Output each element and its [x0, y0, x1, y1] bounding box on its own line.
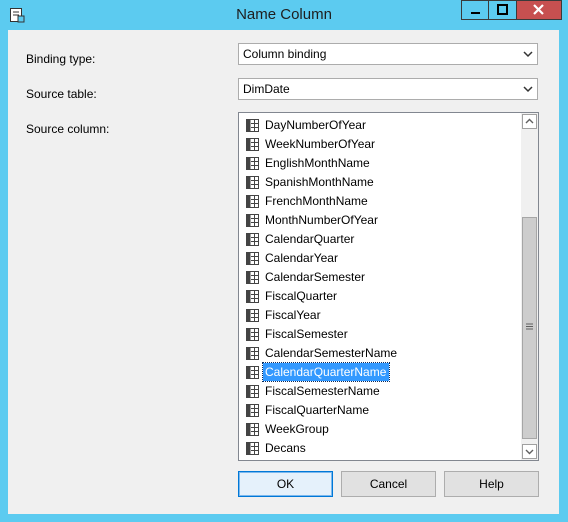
list-item-label: FiscalQuarterName	[265, 403, 370, 417]
source-table-value: DimDate	[243, 82, 290, 96]
column-icon	[246, 176, 259, 189]
column-icon	[246, 290, 259, 303]
chevron-down-icon[interactable]	[522, 83, 534, 95]
scroll-up-button[interactable]	[522, 114, 537, 129]
column-icon	[246, 385, 259, 398]
list-item[interactable]: SpanishMonthName	[243, 173, 518, 192]
list-item[interactable]: CalendarQuarterName	[243, 362, 518, 382]
column-icon	[246, 195, 259, 208]
list-item[interactable]: CalendarQuarter	[243, 230, 518, 249]
source-table-dropdown[interactable]: DimDate	[238, 78, 538, 100]
column-icon	[246, 423, 259, 436]
list-item-label: EnglishMonthName	[265, 156, 370, 170]
column-icon	[246, 157, 259, 170]
list-item[interactable]: WeekGroup	[243, 420, 518, 439]
column-icon	[246, 328, 259, 341]
list-item[interactable]: WeekNumberOfYear	[243, 135, 518, 154]
binding-type-dropdown[interactable]: Column binding	[238, 43, 538, 65]
column-icon	[246, 271, 259, 284]
scroll-down-button[interactable]	[522, 444, 537, 459]
list-item-label: CalendarQuarter	[265, 232, 355, 246]
list-item[interactable]: FiscalSemesterName	[243, 382, 518, 401]
source-column-items: DayNumberOfYear WeekNumberOfYear EnglishMo…	[243, 116, 518, 458]
list-item-label: Decans	[265, 441, 306, 455]
list-item[interactable]: DayNumberOfYear	[243, 116, 518, 135]
list-item-label: WeekNumberOfYear	[265, 137, 376, 151]
chevron-down-icon[interactable]	[522, 48, 534, 60]
list-item-label: CalendarSemesterName	[265, 346, 398, 360]
list-item-label: DayNumberOfYear	[265, 118, 366, 132]
list-item-label: MonthNumberOfYear	[265, 213, 378, 227]
list-item[interactable]: Decans	[243, 439, 518, 458]
column-icon	[246, 214, 259, 227]
binding-type-label: Binding type:	[26, 52, 96, 66]
help-button[interactable]: Help	[444, 471, 539, 497]
cancel-button[interactable]: Cancel	[341, 471, 436, 497]
grip-icon	[526, 323, 533, 330]
minimize-icon	[471, 12, 480, 14]
source-column-label: Source column:	[26, 122, 110, 136]
ok-button[interactable]: OK	[238, 471, 333, 497]
list-item[interactable]: EnglishMonthName	[243, 154, 518, 173]
list-item[interactable]: FiscalQuarter	[243, 287, 518, 306]
column-icon	[246, 233, 259, 246]
list-item-label: WeekGroup	[265, 422, 329, 436]
chevron-down-icon	[525, 449, 534, 455]
list-item[interactable]: FiscalYear	[243, 306, 518, 325]
source-table-label: Source table:	[26, 87, 97, 101]
scroll-thumb[interactable]	[522, 217, 537, 439]
list-item-label: SpanishMonthName	[265, 175, 374, 189]
list-item-label: CalendarSemester	[265, 270, 366, 284]
column-icon	[246, 442, 259, 455]
list-item-label: FiscalSemesterName	[265, 384, 380, 398]
list-item-label: CalendarYear	[265, 251, 338, 265]
column-icon	[246, 366, 259, 379]
column-icon	[246, 252, 259, 265]
list-item[interactable]: MonthNumberOfYear	[243, 211, 518, 230]
list-item[interactable]: FiscalSemester	[243, 325, 518, 344]
list-item[interactable]: CalendarSemesterName	[243, 344, 518, 363]
list-item-label: FiscalSemester	[265, 327, 348, 341]
list-item[interactable]: FrenchMonthName	[243, 192, 518, 211]
chevron-up-icon	[525, 118, 534, 124]
column-icon	[246, 138, 259, 151]
list-item-label: CalendarQuarterName	[261, 362, 391, 382]
close-icon	[533, 4, 544, 15]
list-item-label: FrenchMonthName	[265, 194, 368, 208]
name-column-dialog: Name Column Binding type: Column binding…	[0, 0, 568, 522]
list-item[interactable]: FiscalQuarterName	[243, 401, 518, 420]
column-icon	[246, 309, 259, 322]
column-icon	[246, 119, 259, 132]
list-item[interactable]: CalendarSemester	[243, 268, 518, 287]
dialog-body: Binding type: Column binding Source tabl…	[8, 30, 559, 514]
binding-type-value: Column binding	[243, 47, 327, 61]
close-button[interactable]	[517, 0, 562, 20]
list-item-label: FiscalQuarter	[265, 289, 338, 303]
list-item-label: FiscalYear	[265, 308, 321, 322]
maximize-button[interactable]	[489, 0, 517, 20]
maximize-icon	[497, 4, 508, 15]
column-icon	[246, 404, 259, 417]
vertical-scrollbar[interactable]	[521, 113, 538, 460]
list-item[interactable]: CalendarYear	[243, 249, 518, 268]
source-column-list[interactable]: DayNumberOfYear WeekNumberOfYear EnglishMo…	[238, 112, 539, 461]
title-bar[interactable]: Name Column	[0, 0, 568, 30]
minimize-button[interactable]	[461, 0, 489, 20]
column-icon	[246, 347, 259, 360]
